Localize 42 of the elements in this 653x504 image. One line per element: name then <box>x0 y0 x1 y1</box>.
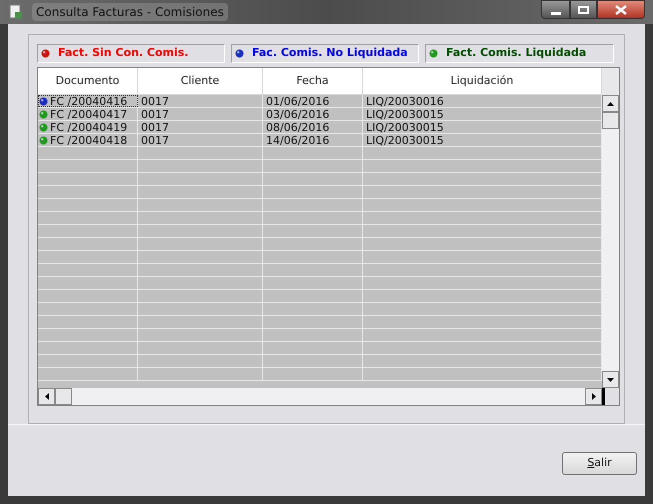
close-button[interactable] <box>597 0 645 19</box>
table-cell: 14/06/2016 <box>263 134 363 146</box>
table-cell: 0017 <box>138 121 263 133</box>
horizontal-scrollbar[interactable] <box>38 388 602 405</box>
app-icon <box>8 4 24 20</box>
header-corner <box>602 68 619 95</box>
column-header[interactable]: Liquidación <box>363 68 602 95</box>
table-cell: 0017 <box>138 95 263 107</box>
table-cell: 0017 <box>138 134 263 146</box>
maximize-icon <box>578 6 589 14</box>
table-cell: 08/06/2016 <box>263 121 363 133</box>
minimize-button[interactable] <box>541 0 570 19</box>
table-cell: FC /20040416 <box>38 95 138 107</box>
legend-label: Fact. Sin Con. Comis. <box>58 45 188 62</box>
down-arrow-icon <box>607 378 614 382</box>
up-arrow-icon <box>607 102 614 106</box>
right-arrow-icon <box>592 393 596 400</box>
vertical-scrollbar[interactable] <box>602 95 619 388</box>
minimize-icon <box>550 12 560 15</box>
scroll-right-button[interactable] <box>585 388 602 405</box>
scroll-down-button[interactable] <box>602 371 619 388</box>
scroll-up-button[interactable] <box>602 95 619 112</box>
left-arrow-icon <box>44 393 48 400</box>
column-header[interactable]: Documento <box>38 68 138 95</box>
legend-label: Fac. Comis. No Liquidada <box>252 45 408 62</box>
table-cell: 03/06/2016 <box>263 108 363 120</box>
scroll-thumb[interactable] <box>55 388 72 405</box>
table-cell: 0017 <box>138 108 263 120</box>
column-header[interactable]: Fecha <box>263 68 363 95</box>
legend-label: Fact. Comis. Liquidada <box>446 45 586 62</box>
scrollbar-corner <box>602 388 619 405</box>
scroll-thumb[interactable] <box>602 112 619 129</box>
column-header[interactable]: Cliente <box>138 68 263 95</box>
table-cell: FC /20040419 <box>38 121 138 133</box>
exit-button[interactable]: Salir <box>562 452 637 475</box>
close-icon <box>615 4 627 14</box>
maximize-button[interactable] <box>570 0 597 19</box>
table-cell: FC /20040417 <box>38 108 138 120</box>
window-title: Consulta Facturas - Comisiones <box>32 3 228 21</box>
table-cell: 01/06/2016 <box>263 95 363 107</box>
table-cell: FC /20040418 <box>38 134 138 146</box>
scroll-left-button[interactable] <box>38 388 55 405</box>
